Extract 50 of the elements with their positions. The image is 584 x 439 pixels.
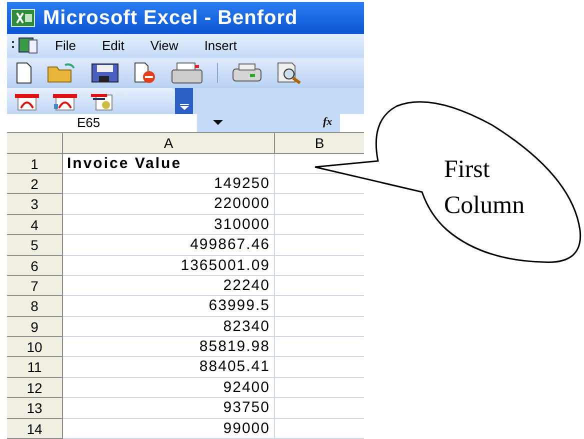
table-cell: 22240	[63, 276, 275, 296]
row-header[interactable]: 7	[7, 276, 63, 296]
table-cell: 99000	[63, 418, 275, 439]
formula-field[interactable]	[340, 114, 364, 132]
caret-icon	[180, 104, 188, 110]
callout-text: First Column	[444, 155, 526, 221]
save-icon[interactable]	[91, 62, 119, 83]
row-header[interactable]: 3	[7, 194, 63, 215]
table-cell: 92400	[63, 378, 275, 398]
function-icon[interactable]: fx	[323, 114, 332, 131]
row-header[interactable]: 13	[7, 398, 63, 419]
printer-icon[interactable]	[232, 62, 262, 83]
row-header[interactable]: 6	[7, 256, 63, 276]
table-cell: 82340	[63, 316, 275, 338]
column-header[interactable]: B	[275, 132, 364, 153]
row-header[interactable]: 4	[7, 214, 63, 236]
name-box[interactable]: E65	[7, 114, 197, 132]
column-header[interactable]: A	[63, 132, 275, 153]
row-header[interactable]: 10	[7, 337, 63, 358]
row-header[interactable]: 8	[7, 296, 63, 317]
dropdown-caret-icon[interactable]	[213, 120, 223, 126]
table-cell: 499867.46	[63, 235, 275, 256]
menu-item[interactable]: File	[55, 36, 76, 56]
table-cell: 310000	[63, 214, 275, 236]
print-icon[interactable]	[171, 62, 203, 84]
table-cell: 1365001.09	[63, 256, 275, 276]
row-header[interactable]: 5	[7, 235, 63, 256]
table-cell: 220000	[63, 194, 275, 215]
toolbar-options-button[interactable]	[175, 88, 193, 114]
row-header[interactable]: 12	[7, 378, 63, 398]
table-cell: 149250	[63, 174, 275, 194]
spreadsheet-icon	[11, 8, 35, 27]
window-title: Microsoft Excel - Benford	[43, 6, 298, 31]
table-cell: Invoice Value	[63, 154, 275, 174]
permission-icon[interactable]	[133, 62, 157, 84]
table-cell: 88405.41	[63, 357, 275, 378]
new-document-icon[interactable]	[15, 62, 33, 84]
table-cell: 85819.98	[63, 337, 275, 358]
row-header[interactable]: 11	[7, 357, 63, 378]
row-header[interactable]: 14	[7, 418, 63, 439]
menu-item[interactable]: Edit	[102, 36, 124, 56]
row-header[interactable]: 2	[7, 174, 63, 194]
menu-item[interactable]: Insert	[204, 36, 237, 56]
table-cell: 63999.5	[63, 296, 275, 317]
row-header[interactable]: 9	[7, 316, 63, 338]
row-header[interactable]: 1	[7, 154, 63, 174]
table-cell: 93750	[63, 398, 275, 419]
print-preview-icon[interactable]	[276, 62, 304, 84]
folder-icon[interactable]	[47, 62, 77, 83]
menu-item[interactable]: View	[150, 36, 178, 56]
